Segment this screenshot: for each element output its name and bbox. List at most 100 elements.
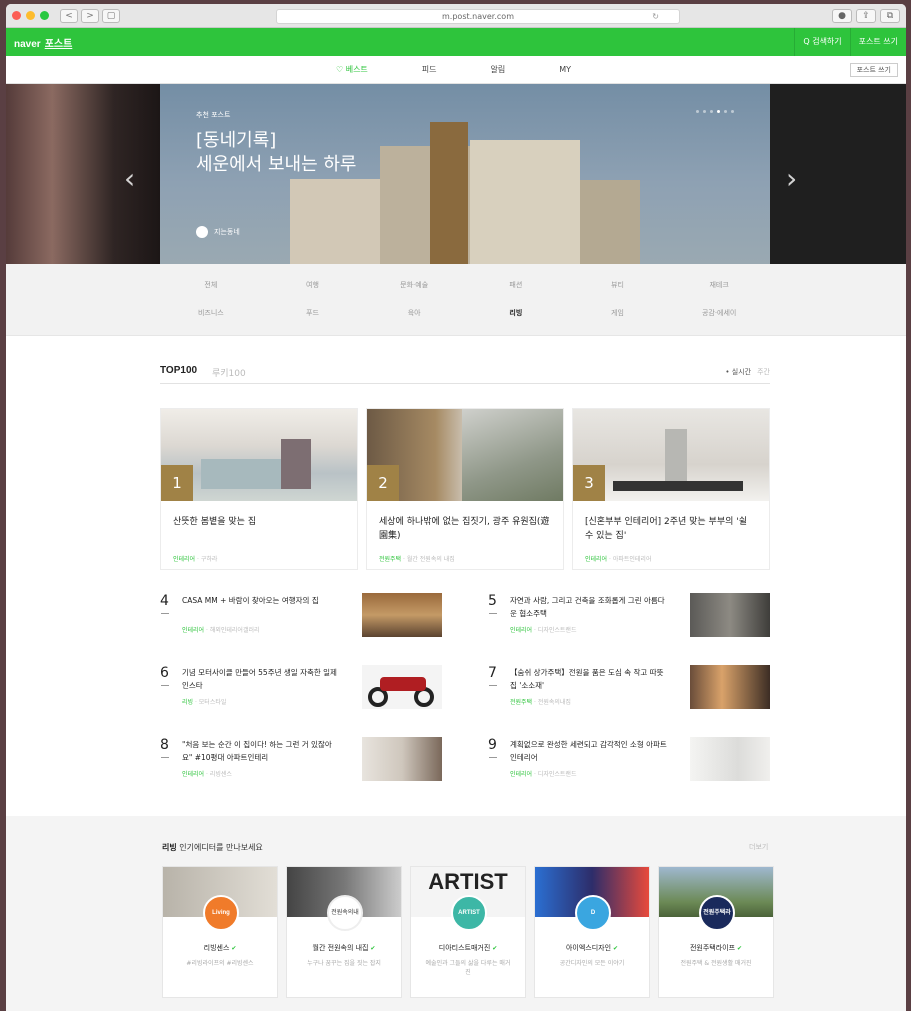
editor-description: #리빙라이프의 #리빙센스 — [186, 960, 254, 967]
category-living[interactable]: 리빙 — [465, 308, 567, 318]
editor-description: 전원주택 & 전원생활 매거진 — [680, 960, 752, 967]
sort-weekly[interactable]: 주간 — [757, 368, 770, 376]
editor-name: 디아티스트매거진 — [411, 943, 525, 953]
write-post-button[interactable]: 포스트 쓰기 — [849, 63, 898, 77]
reload-icon[interactable]: ↻ — [652, 10, 659, 23]
popular-editors-section: 리빙 인기에디터를 만나보세요 더보기 Living Sense 리빙센스 #리… — [6, 816, 906, 1011]
carousel-dot[interactable] — [710, 110, 713, 113]
forward-button[interactable]: > — [81, 8, 99, 23]
rank-number: 7 — [488, 665, 497, 686]
category-fashion[interactable]: 패션 — [465, 280, 567, 290]
service-name[interactable]: 포스트 — [45, 39, 73, 50]
prev-slide-image[interactable] — [6, 84, 160, 264]
category-essay[interactable]: 공감·에세이 — [668, 308, 770, 318]
zoom-window-icon[interactable] — [40, 11, 49, 20]
post-thumbnail — [362, 737, 442, 781]
category-parenting[interactable]: 육아 — [363, 308, 465, 318]
post-meta: 전원주택 · 월간 전원속의 내집 — [379, 556, 455, 563]
tab-feed[interactable]: 피드 — [422, 56, 437, 84]
naver-logo[interactable]: naver 포스트 — [14, 35, 72, 50]
author-avatar — [196, 226, 208, 238]
category-finance[interactable]: 재테크 — [668, 280, 770, 290]
global-navigation-bar: naver 포스트 Q 검색하기 포스트 쓰기 — [6, 28, 906, 56]
editors-heading: 리빙 인기에디터를 만나보세요 — [162, 843, 263, 852]
category-beauty[interactable]: 뷰티 — [567, 280, 669, 290]
post-thumbnail — [690, 593, 770, 637]
tab-my[interactable]: MY — [559, 56, 571, 84]
rank-number: 9 — [488, 737, 497, 758]
category-business[interactable]: 비즈니스 — [160, 308, 262, 318]
editor-card[interactable]: ARTIST ARTIST 디아티스트매거진 예술인과 그들의 삶을 다루는 매… — [410, 866, 526, 998]
editor-avatar: D — [575, 895, 611, 931]
close-window-icon[interactable] — [12, 11, 21, 20]
carousel-dot[interactable] — [703, 110, 706, 113]
tab-best[interactable]: ♡ 베스트 — [336, 56, 368, 84]
list-item[interactable]: 6 기념 모터사이클 만들어 55주년 생일 자축한 일제인스타 리빙 · 모터… — [160, 665, 442, 717]
editor-avatar: 전원주택라이프 — [699, 895, 735, 931]
tab-notifications[interactable]: 알림 — [491, 56, 506, 84]
more-link[interactable]: 더보기 — [749, 842, 768, 852]
search-button[interactable]: Q 검색하기 — [794, 28, 849, 56]
category-game[interactable]: 게임 — [567, 308, 669, 318]
sidebar-icon[interactable]: ▢ — [102, 8, 120, 23]
hero-author[interactable]: 지는동네 — [196, 226, 240, 238]
address-url: m.post.naver.com — [442, 12, 514, 21]
editor-card[interactable]: D 아이엑스디자인 공간디자인의 모든 이야기 — [534, 866, 650, 998]
list-item[interactable]: 9 계획없으로 완성한 세련되고 감각적인 소형 아파트 인테리어 인테리어 ·… — [488, 737, 770, 789]
share-icon[interactable]: ⇪ — [856, 9, 876, 23]
editor-description: 예술인과 그들의 삶을 다루는 매거진 — [425, 960, 511, 976]
category-culture[interactable]: 문화·예술 — [363, 280, 465, 290]
tabs-icon[interactable]: ⧉ — [880, 9, 900, 23]
artist-banner: ARTIST — [428, 869, 508, 894]
top-card[interactable]: 1 산뜻한 봄볕을 맞는 집 인테리어 · 구하라 — [160, 408, 358, 570]
editor-avatar: ARTIST — [451, 895, 487, 931]
prev-arrow-icon[interactable]: ‹ — [124, 162, 135, 195]
browser-toolbar: < > ▢ m.post.naver.com ↻ ● ⇪ ⧉ — [6, 4, 906, 28]
rank-number: 4 — [160, 593, 169, 614]
post-meta: 인테리어 · 디자인스트랜드 — [510, 627, 577, 634]
carousel-dot[interactable] — [696, 110, 699, 113]
post-meta: 인테리어 · 리빙센스 — [182, 771, 232, 778]
main-tabs: ♡ 베스트 피드 알림 MY 포스트 쓰기 — [6, 56, 906, 84]
post-thumbnail — [362, 665, 442, 709]
top-card[interactable]: 2 세상에 하나밖에 없는 집짓기, 광주 유원집(遊園集) 전원주택 · 월간… — [366, 408, 564, 570]
list-item[interactable]: 7 【숨쉬 상가주택】전원을 품은 도심 속 작고 따뜻 집 '소소재' 전원주… — [488, 665, 770, 717]
extension-icon[interactable]: ● — [832, 9, 852, 23]
post-title: 기념 모터사이클 만들어 55주년 생일 자축한 일제인스타 — [182, 668, 337, 690]
tab-rookie100[interactable]: 루키100 — [212, 366, 246, 379]
hero-label: 추천 포스트 — [196, 111, 231, 119]
back-button[interactable]: < — [60, 8, 78, 23]
post-thumbnail — [362, 593, 442, 637]
sort-options: • 실시간 주간 — [725, 367, 770, 377]
list-item[interactable]: 5 자연과 사람, 그리고 건축을 조화롭게 그린 아름다운 협소주택 인테리어… — [488, 593, 770, 645]
carousel-dot[interactable] — [731, 110, 734, 113]
top-card[interactable]: 3 [신혼부부 인테리어] 2주년 맞는 부부의 '쉴 수 있는 집' 인테리어… — [572, 408, 770, 570]
editor-name: 전원주택라이프 — [659, 943, 773, 953]
featured-post-banner[interactable]: 추천 포스트 [동네기록] 세운에서 보내는 하루 지는동네 — [160, 84, 770, 264]
post-thumbnail: 3 — [573, 409, 769, 501]
editor-card[interactable]: 전원주택라이프 전원주택라이프 전원주택 & 전원생활 매거진 — [658, 866, 774, 998]
carousel-dot-active[interactable] — [717, 110, 720, 113]
post-thumbnail — [690, 665, 770, 709]
list-item[interactable]: 4 CASA MM + 바람이 찾아오는 여행자의 집 인테리어 · 해외인테리… — [160, 593, 442, 645]
minimize-window-icon[interactable] — [26, 11, 35, 20]
address-bar[interactable]: m.post.naver.com ↻ — [276, 9, 680, 24]
editor-name: 월간 전원속의 내집 — [287, 943, 401, 953]
next-arrow-icon[interactable]: › — [786, 162, 797, 195]
editor-name: 리빙센스 — [163, 943, 277, 953]
tab-top100[interactable]: TOP100 — [160, 365, 197, 376]
list-item[interactable]: 8 "처음 보는 순간 이 집이다! 하는 그런 거 있잖아요" #10평대 아… — [160, 737, 442, 789]
rank-badge: 2 — [367, 465, 399, 501]
category-menu: 전체 여행 문화·예술 패션 뷰티 재테크 비즈니스 푸드 육아 리빙 게임 공… — [6, 264, 906, 336]
hero-title-line2: 세운에서 보내는 하루 — [196, 154, 357, 175]
post-title: 세상에 하나밖에 없는 집짓기, 광주 유원집(遊園集) — [379, 517, 550, 541]
sort-realtime[interactable]: • 실시간 — [725, 368, 751, 376]
carousel-dot[interactable] — [724, 110, 727, 113]
category-travel[interactable]: 여행 — [262, 280, 364, 290]
post-write-link[interactable]: 포스트 쓰기 — [849, 28, 906, 56]
category-all[interactable]: 전체 — [160, 280, 262, 290]
editor-card[interactable]: 전원속의내집 월간 전원속의 내집 누구나 꿈꾸는 집을 짓는 잡지 — [286, 866, 402, 998]
editor-name: 아이엑스디자인 — [535, 943, 649, 953]
editor-card[interactable]: Living Sense 리빙센스 #리빙라이프의 #리빙센스 — [162, 866, 278, 998]
category-food[interactable]: 푸드 — [262, 308, 364, 318]
